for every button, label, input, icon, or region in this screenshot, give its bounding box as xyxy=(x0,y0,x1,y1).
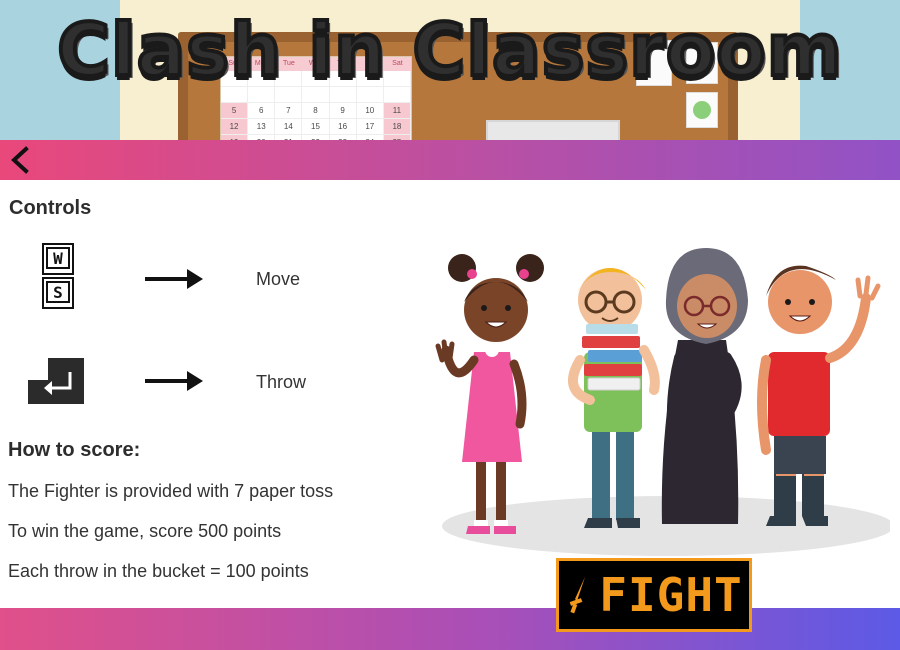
header-bar xyxy=(0,140,900,180)
calendar-cell: 13 xyxy=(248,119,276,135)
sword-icon xyxy=(569,577,586,614)
student-girl-hijab xyxy=(661,248,748,524)
notice-paper xyxy=(486,120,620,140)
calendar-cell: 5 xyxy=(221,103,249,119)
calendar-cell: 8 xyxy=(302,103,330,119)
students-illustration xyxy=(435,248,890,556)
throw-control-label: Throw xyxy=(256,372,307,392)
calendar-cell: 12 xyxy=(221,119,249,135)
s-key-glyph: S xyxy=(53,283,63,302)
student-boy-books xyxy=(567,267,660,528)
arrow-right-icon xyxy=(145,269,203,289)
calendar-cell: 6 xyxy=(248,103,276,119)
controls-heading: Controls xyxy=(9,197,92,219)
game-title: Clash in Classroom xyxy=(55,6,844,94)
move-control-label: Move xyxy=(256,269,301,289)
score-rule: To win the game, score 500 points xyxy=(8,521,282,541)
pinned-paper xyxy=(686,92,718,128)
student-boy-red xyxy=(757,265,881,526)
fight-button-label: FIGHT xyxy=(599,568,743,622)
calendar-cell: 14 xyxy=(275,119,303,135)
calendar-cell: 11 xyxy=(383,103,411,119)
score-rule: The Fighter is provided with 7 paper tos… xyxy=(8,481,334,501)
chevron-left-icon[interactable] xyxy=(6,145,36,175)
calendar-cell: 7 xyxy=(275,103,303,119)
w-key-glyph: W xyxy=(53,249,63,268)
ws-keys-icon: W S xyxy=(42,243,74,309)
score-rule: Each throw in the bucket = 100 points xyxy=(8,561,309,581)
calendar-cell: 10 xyxy=(356,103,384,119)
calendar-cell: 17 xyxy=(356,119,384,135)
fight-button[interactable]: FIGHT xyxy=(556,558,752,632)
student-girl-pink xyxy=(435,254,544,534)
calendar-cell: 18 xyxy=(383,119,411,135)
enter-key-icon xyxy=(28,358,84,404)
arrow-right-icon xyxy=(145,371,203,391)
footer-bar xyxy=(0,608,900,650)
score-heading: How to score: xyxy=(8,439,141,461)
calendar-cell: 9 xyxy=(329,103,357,119)
calendar-cell: 16 xyxy=(329,119,357,135)
calendar-cell: 15 xyxy=(302,119,330,135)
title-banner: Sun Mon Tue Wed Thu Fri Sat 5 6 7 8 9 10 11 12 13 14 15 1… xyxy=(0,0,900,140)
